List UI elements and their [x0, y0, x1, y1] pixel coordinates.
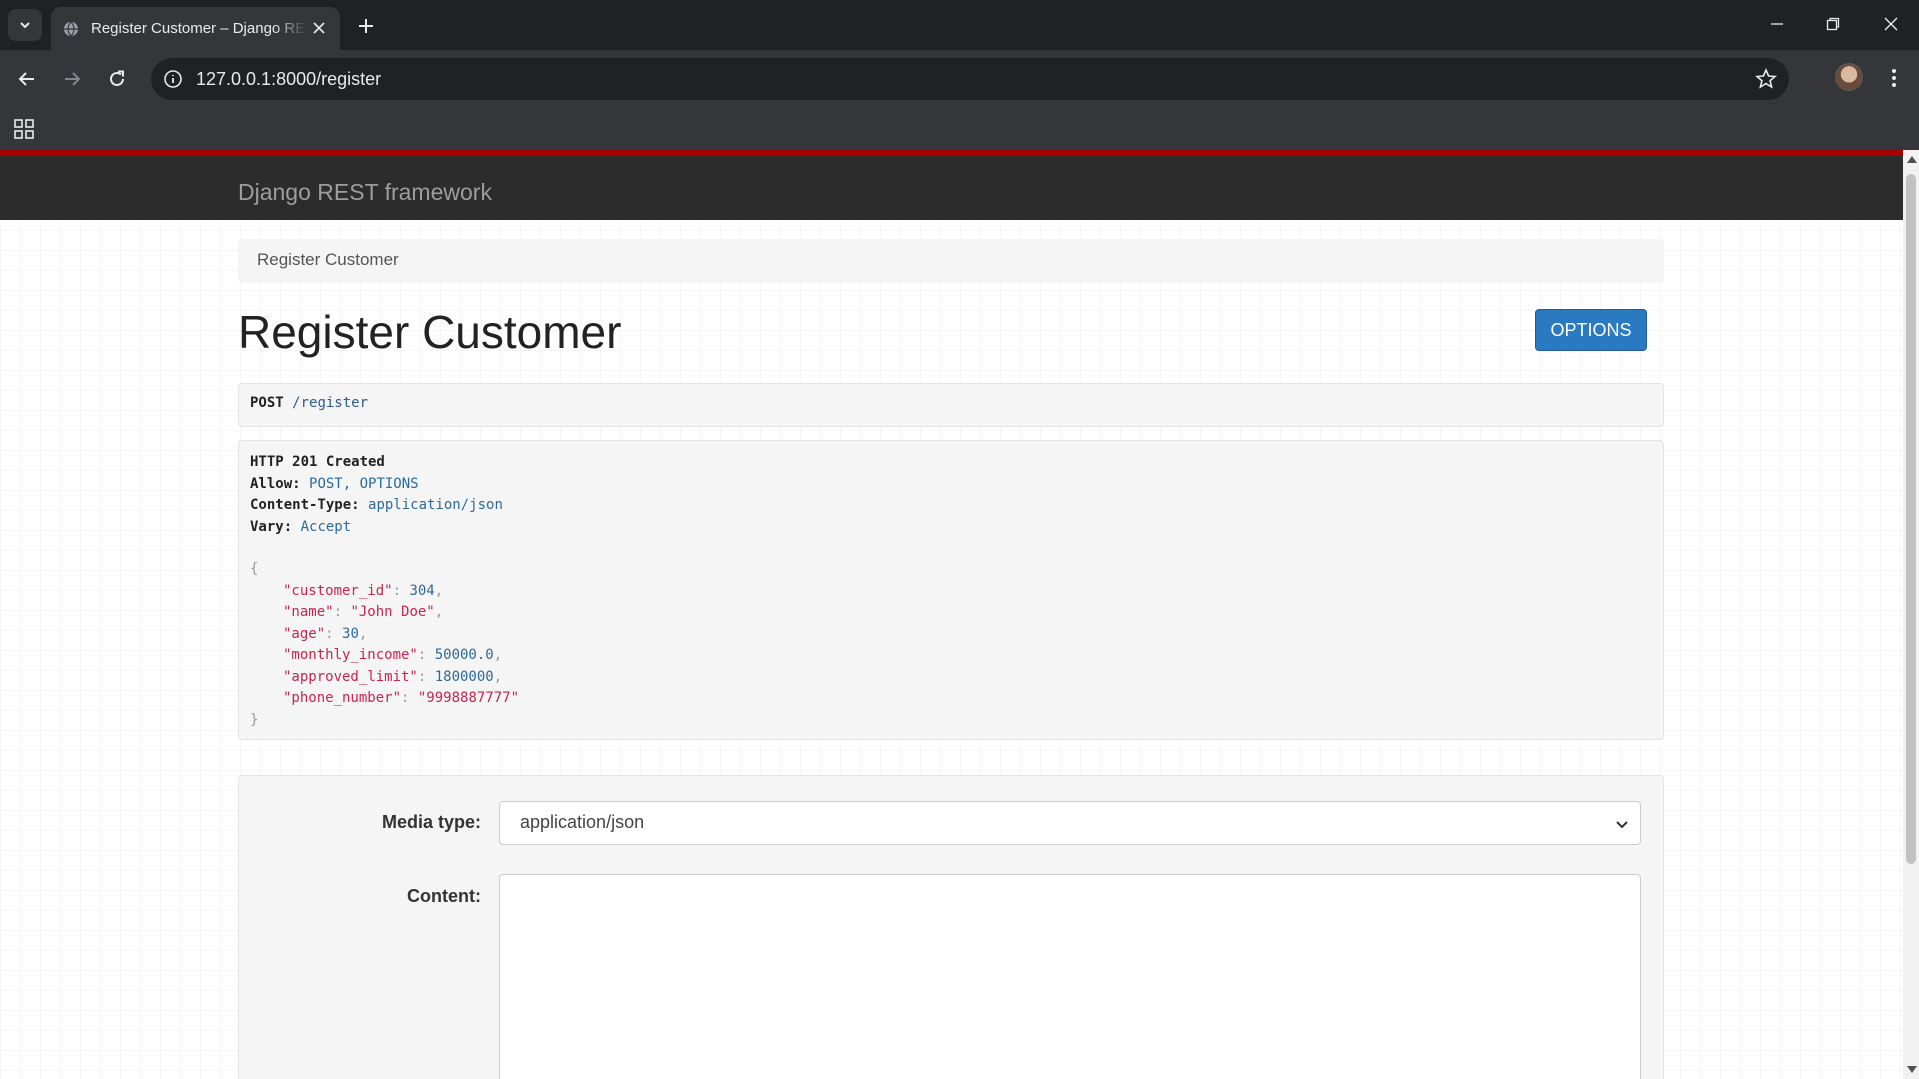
url-text: 127.0.0.1:8000/register: [196, 68, 382, 89]
reload-icon: [110, 70, 124, 86]
close-window-button[interactable]: [1863, 0, 1919, 48]
header-key: Allow:: [250, 475, 301, 492]
address-bar[interactable]: 127.0.0.1:8000/register: [151, 58, 1789, 100]
back-button[interactable]: [10, 62, 44, 96]
content-label: Content:: [407, 886, 481, 906]
tab-title: Register Customer – Django REST framewor…: [91, 20, 306, 37]
profile-avatar[interactable]: [1835, 63, 1863, 91]
options-button[interactable]: OPTIONS: [1535, 309, 1647, 351]
json-line: "customer_id": 304,: [283, 582, 444, 599]
json-line: "monthly_income": 50000.0,: [283, 647, 503, 663]
minimize-button[interactable]: [1749, 0, 1805, 48]
apps-grid-icon[interactable]: [12, 117, 36, 141]
scroll-thumb[interactable]: [1906, 174, 1916, 864]
drf-navbar: Django REST framework: [0, 150, 1903, 220]
minimize-icon: [1771, 23, 1783, 25]
request-path: /register: [292, 395, 369, 411]
page-viewport: Django REST framework Register Customer …: [0, 150, 1903, 1079]
browser-tab[interactable]: Register Customer – Django REST framewor…: [51, 7, 340, 50]
new-tab-button[interactable]: [354, 14, 378, 38]
request-info: POST /register: [238, 383, 1664, 427]
breadcrumb-item[interactable]: Register Customer: [257, 250, 399, 269]
json-line: "phone_number": "9998887777": [283, 690, 520, 706]
json-line: "name": "John Doe",: [283, 604, 444, 620]
response-header: Content-Type: application/json: [250, 495, 1652, 517]
header-value: application/json: [368, 497, 503, 513]
browser-tab-bar: Register Customer – Django REST framewor…: [0, 0, 1919, 50]
more-vertical-icon: [1892, 69, 1896, 87]
reload-button[interactable]: [100, 62, 134, 96]
json-open-brace: {: [250, 561, 259, 577]
media-type-label: Media type:: [381, 812, 481, 832]
header-key: Content-Type:: [250, 497, 360, 513]
arrow-left-icon: [18, 72, 34, 86]
close-icon: [1884, 17, 1898, 31]
scroll-down-arrow[interactable]: [1907, 1066, 1917, 1073]
header-key: Vary:: [250, 518, 293, 535]
media-type-value: application/json: [520, 812, 645, 832]
chevron-down-icon: [1616, 821, 1628, 829]
brand-link[interactable]: Django REST framework: [238, 179, 492, 206]
chevron-down-icon: [20, 22, 30, 29]
restore-icon: [1826, 17, 1840, 31]
response-header: Vary: Accept: [250, 517, 1652, 539]
tab-close-button[interactable]: [310, 19, 328, 37]
response-header: Allow: POST, OPTIONS: [250, 474, 1652, 496]
scroll-up-arrow[interactable]: [1907, 156, 1917, 163]
request-method: POST: [250, 395, 284, 411]
star-icon[interactable]: [1755, 68, 1777, 90]
json-close-brace: }: [250, 711, 259, 728]
info-icon[interactable]: [163, 69, 183, 89]
browser-menu-button[interactable]: [1884, 64, 1904, 92]
content-textarea[interactable]: [499, 874, 1641, 1079]
restore-button[interactable]: [1805, 0, 1861, 48]
forward-button[interactable]: [55, 62, 89, 96]
page-scrollbar[interactable]: [1903, 150, 1919, 1079]
globe-icon: [64, 21, 78, 36]
close-icon: [313, 22, 325, 34]
json-line: "approved_limit": 1800000,: [283, 668, 503, 685]
page-title: Register Customer: [238, 306, 622, 358]
browser-toolbar: 127.0.0.1:8000/register: [0, 50, 1919, 108]
raw-data-form: Media type: application/json Content:: [238, 775, 1664, 1079]
bookmarks-bar: [0, 108, 1919, 150]
media-type-select[interactable]: application/json: [499, 801, 1641, 845]
header-value: POST, OPTIONS: [309, 475, 419, 492]
tab-search-button[interactable]: [8, 9, 42, 41]
response-info: HTTP 201 Created Allow: POST, OPTIONS Co…: [238, 440, 1664, 740]
json-line: "age": 30,: [283, 625, 368, 642]
plus-icon: [359, 19, 373, 33]
breadcrumb: Register Customer: [238, 239, 1664, 283]
response-status: HTTP 201 Created: [250, 454, 385, 470]
arrow-right-icon: [65, 72, 81, 86]
header-value: Accept: [300, 518, 352, 535]
